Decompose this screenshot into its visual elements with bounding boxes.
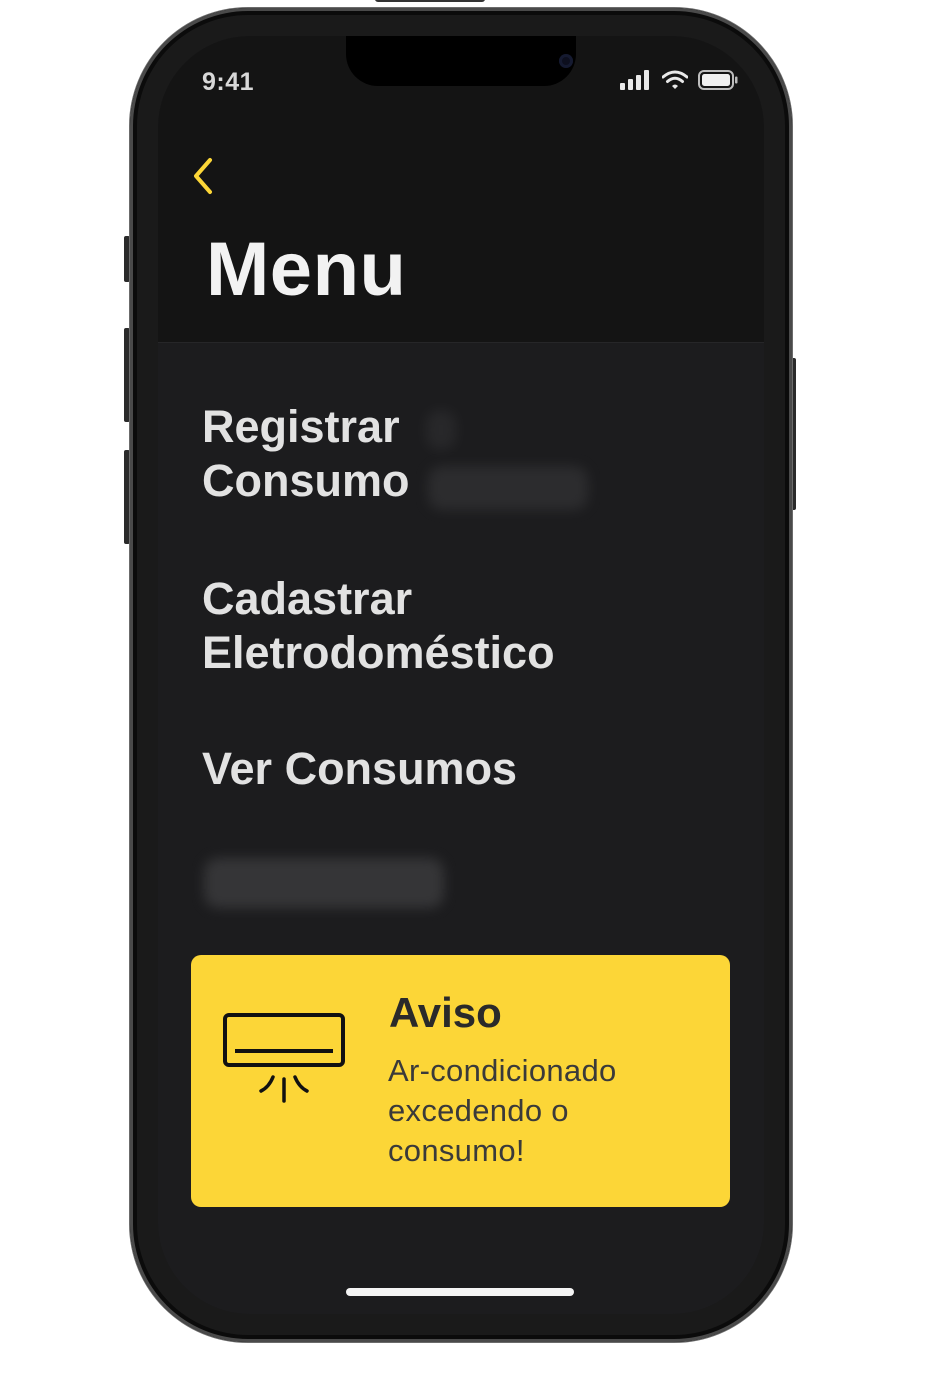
wifi-icon xyxy=(662,70,688,89)
status-time: 9:41 xyxy=(202,68,255,96)
air-conditioner-icon xyxy=(223,1013,345,1103)
back-button[interactable] xyxy=(188,154,220,198)
screenshot-stage: 9:41 Menu Registrar Consumo Cadastrar El… xyxy=(0,0,933,1400)
menu-item-label: Cadastrar Eletrodoméstico xyxy=(202,573,555,678)
home-indicator[interactable] xyxy=(346,1288,574,1296)
chevron-left-icon xyxy=(194,158,212,194)
header-area: 9:41 Menu xyxy=(158,36,764,343)
menu-item-registrar-consumo[interactable]: Registrar Consumo xyxy=(202,400,662,508)
notch xyxy=(346,36,576,86)
menu-item-cadastrar-eletrodomestico[interactable]: Cadastrar Eletrodoméstico xyxy=(202,572,662,680)
page-title: Menu xyxy=(206,227,407,312)
front-camera xyxy=(559,54,573,68)
cellular-signal-icon xyxy=(620,70,649,90)
phone-screen: 9:41 Menu Registrar Consumo Cadastrar El… xyxy=(158,36,764,1314)
menu-item-ver-consumos[interactable]: Ver Consumos xyxy=(202,742,662,796)
menu-item-label: Registrar Consumo xyxy=(202,401,410,506)
battery-icon xyxy=(698,70,738,90)
obscured-menu-item xyxy=(204,858,444,908)
alert-message: Ar-condicionado excedendo o consumo! xyxy=(388,1053,617,1168)
status-icons xyxy=(620,70,738,90)
alert-card[interactable]: Aviso Ar-condicionado excedendo o consum… xyxy=(191,955,730,1207)
menu-item-label: Ver Consumos xyxy=(202,743,518,794)
alert-title: Aviso xyxy=(389,989,502,1036)
phone-frame: 9:41 Menu Registrar Consumo Cadastrar El… xyxy=(130,0,792,1342)
speaker-grille xyxy=(375,0,485,2)
